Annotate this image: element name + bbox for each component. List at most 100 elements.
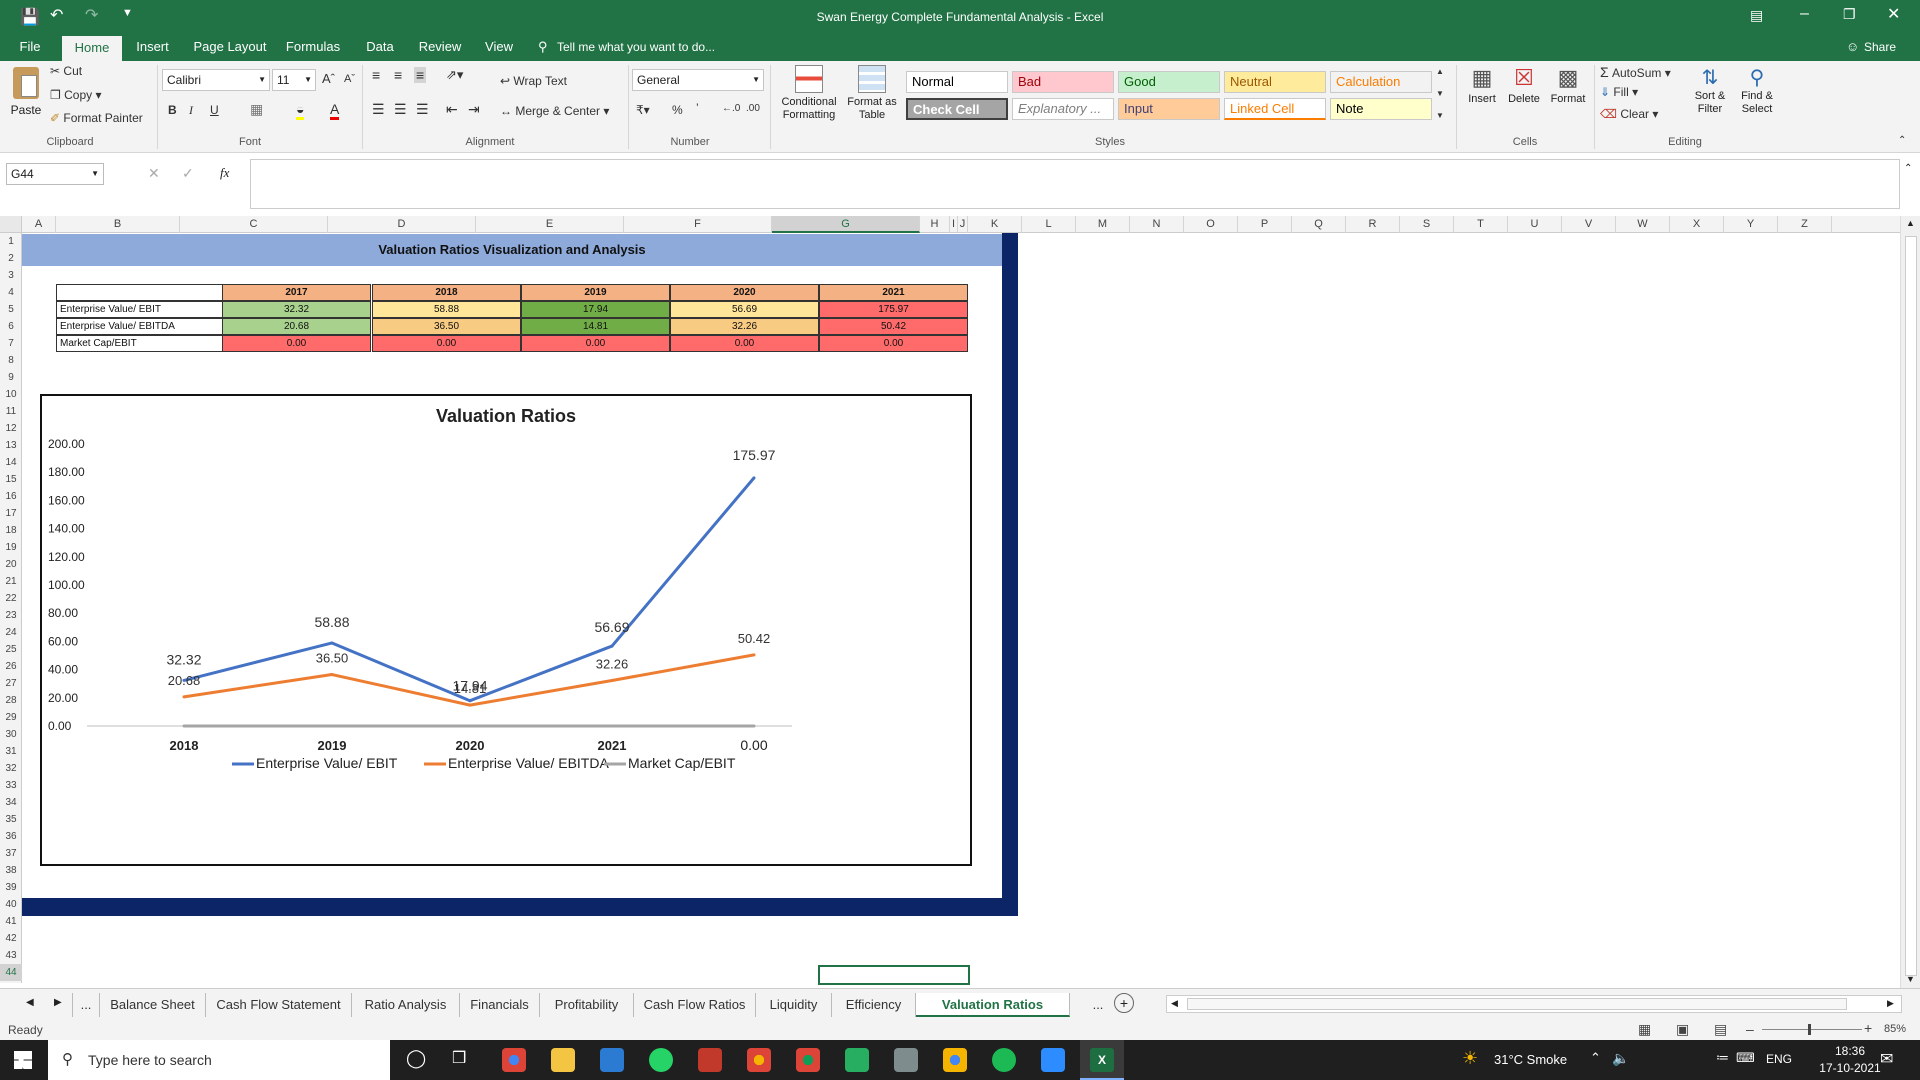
column-header-v[interactable]: V bbox=[1562, 216, 1616, 233]
shrink-font-icon[interactable]: Aˇ bbox=[344, 73, 355, 85]
column-header-f[interactable]: F bbox=[624, 216, 772, 233]
sheet-tab-profitability[interactable]: Profitability bbox=[540, 993, 634, 1017]
cell-style-good[interactable]: Good bbox=[1118, 71, 1220, 93]
row-header-16[interactable]: 16 bbox=[0, 488, 22, 505]
row-header-29[interactable]: 29 bbox=[0, 709, 22, 726]
sort-filter-button[interactable]: ⇅ Sort & Filter bbox=[1688, 65, 1732, 116]
cell-style-normal[interactable]: Normal bbox=[906, 71, 1008, 93]
find-select-button[interactable]: ⚲ Find & Select bbox=[1734, 65, 1780, 116]
tab-insert[interactable]: Insert bbox=[130, 33, 175, 61]
row-header-44[interactable]: 44 bbox=[0, 964, 22, 981]
insert-cells-button[interactable]: ▦ Insert bbox=[1462, 65, 1502, 105]
spotify-icon[interactable] bbox=[992, 1048, 1016, 1072]
column-header-g[interactable]: G bbox=[772, 216, 920, 233]
sheet-tab-balance-sheet[interactable]: Balance Sheet bbox=[100, 993, 206, 1017]
format-as-table-button[interactable]: Format as Table bbox=[844, 65, 900, 122]
row-header-42[interactable]: 42 bbox=[0, 930, 22, 947]
cell-style-linked-cell[interactable]: Linked Cell bbox=[1224, 98, 1326, 120]
row-header-19[interactable]: 19 bbox=[0, 539, 22, 556]
italic-button[interactable]: I bbox=[189, 103, 193, 118]
increase-decimal-icon[interactable]: ←.0 bbox=[722, 103, 740, 114]
delete-cells-button[interactable]: ☒ Delete bbox=[1504, 65, 1544, 105]
cut-button[interactable]: ✂ Cut bbox=[50, 64, 82, 78]
row-header-11[interactable]: 11 bbox=[0, 403, 22, 420]
speaker-icon[interactable]: 🔈 bbox=[1612, 1050, 1629, 1067]
select-all-corner[interactable] bbox=[0, 216, 22, 233]
add-sheet-icon[interactable]: + bbox=[1114, 993, 1134, 1013]
column-header-c[interactable]: C bbox=[180, 216, 328, 233]
merge-center-button[interactable]: ↔ Merge & Center ▾ bbox=[500, 104, 609, 118]
ratio-value-cell[interactable]: 32.32 bbox=[222, 301, 371, 318]
column-header-n[interactable]: N bbox=[1130, 216, 1184, 233]
cell-style-neutral[interactable]: Neutral bbox=[1224, 71, 1326, 93]
scroll-up-icon[interactable]: ▲ bbox=[1906, 218, 1915, 228]
chrome-profile-icon-3[interactable] bbox=[796, 1048, 820, 1072]
close-icon[interactable]: ✕ bbox=[1887, 4, 1900, 24]
decrease-indent-icon[interactable]: ⇤ bbox=[446, 101, 458, 118]
column-header-u[interactable]: U bbox=[1508, 216, 1562, 233]
year-header-2020[interactable]: 2020 bbox=[670, 284, 819, 301]
column-header-r[interactable]: R bbox=[1346, 216, 1400, 233]
zoom-in-icon[interactable]: + bbox=[1864, 1020, 1872, 1036]
currency-icon[interactable]: ₹▾ bbox=[636, 103, 650, 117]
row-header-8[interactable]: 8 bbox=[0, 352, 22, 369]
row-header-25[interactable]: 25 bbox=[0, 641, 22, 658]
grow-font-icon[interactable]: Aˆ bbox=[322, 71, 335, 86]
fill-button[interactable]: ⇓ Fill ▾ bbox=[1600, 85, 1638, 99]
zoom-icon[interactable] bbox=[1041, 1048, 1065, 1072]
zoom-level[interactable]: 85% bbox=[1884, 1023, 1906, 1035]
sheet-tab-financials[interactable]: Financials bbox=[460, 993, 540, 1017]
photos-icon[interactable] bbox=[894, 1048, 918, 1072]
row-header-4[interactable]: 4 bbox=[0, 284, 22, 301]
row-header-24[interactable]: 24 bbox=[0, 624, 22, 641]
styles-scroll-up-icon[interactable]: ▲ bbox=[1436, 67, 1444, 76]
font-color-icon[interactable]: A bbox=[330, 101, 340, 120]
column-header-i[interactable]: I bbox=[950, 216, 958, 233]
column-header-b[interactable]: B bbox=[56, 216, 180, 233]
horizontal-scrollbar[interactable]: ◀ ▶ bbox=[1166, 995, 1902, 1013]
column-header-t[interactable]: T bbox=[1454, 216, 1508, 233]
vertical-scrollbar[interactable]: ▲ ▼ bbox=[1900, 216, 1920, 988]
row-header-34[interactable]: 34 bbox=[0, 794, 22, 811]
ratio-value-cell[interactable]: 0.00 bbox=[372, 335, 521, 352]
styles-scroll-down-icon[interactable]: ▼ bbox=[1436, 89, 1444, 98]
name-box[interactable]: G44 ▼ bbox=[6, 163, 104, 185]
row-header-36[interactable]: 36 bbox=[0, 828, 22, 845]
sheet-tab-more-right[interactable]: ... bbox=[1084, 993, 1112, 1017]
orientation-icon[interactable]: ⇗▾ bbox=[446, 67, 463, 83]
ratio-value-cell[interactable]: 32.26 bbox=[670, 318, 819, 335]
page-layout-view-icon[interactable]: ▣ bbox=[1676, 1021, 1689, 1038]
cell-style-explanatory[interactable]: Explanatory ... bbox=[1012, 98, 1114, 120]
tray-chevron-icon[interactable]: ⌃ bbox=[1590, 1050, 1601, 1066]
row-header-26[interactable]: 26 bbox=[0, 658, 22, 675]
year-header-2017[interactable]: 2017 bbox=[222, 284, 371, 301]
copy-button[interactable]: ❐ Copy ▾ bbox=[50, 88, 101, 102]
mail-icon[interactable] bbox=[600, 1048, 624, 1072]
column-header-j[interactable]: J bbox=[958, 216, 968, 233]
chrome-profile-icon-2[interactable] bbox=[747, 1048, 771, 1072]
task-view-icon[interactable]: ❒ bbox=[452, 1048, 466, 1068]
row-header-33[interactable]: 33 bbox=[0, 777, 22, 794]
paste-button[interactable]: Paste bbox=[8, 65, 44, 131]
fill-color-icon[interactable]: ◒ bbox=[296, 101, 305, 120]
scroll-tabs-right-icon[interactable]: ▶ bbox=[54, 997, 62, 1008]
collapse-ribbon-icon[interactable]: ⌃ bbox=[1898, 135, 1906, 146]
zoom-slider[interactable] bbox=[1762, 1024, 1862, 1035]
number-format-combo[interactable]: General ▼ bbox=[632, 69, 764, 91]
sheet-tab-liquidity[interactable]: Liquidity bbox=[756, 993, 832, 1017]
row-header-23[interactable]: 23 bbox=[0, 607, 22, 624]
cell-style-input[interactable]: Input bbox=[1118, 98, 1220, 120]
row-header-2[interactable]: 2 bbox=[0, 250, 22, 267]
sheet-tab-more-left[interactable]: ... bbox=[72, 993, 100, 1017]
wrap-text-button[interactable]: ↩ Wrap Text bbox=[500, 74, 567, 88]
row-header-27[interactable]: 27 bbox=[0, 675, 22, 692]
tab-home[interactable]: Home bbox=[62, 36, 122, 61]
ratio-label[interactable]: Market Cap/EBIT bbox=[56, 335, 223, 352]
restore-icon[interactable]: ❐ bbox=[1843, 6, 1856, 23]
tab-view[interactable]: View bbox=[476, 33, 522, 61]
row-header-37[interactable]: 37 bbox=[0, 845, 22, 862]
tab-file[interactable]: File bbox=[10, 33, 50, 61]
autosum-button[interactable]: Σ AutoSum ▾ bbox=[1600, 64, 1671, 80]
row-header-38[interactable]: 38 bbox=[0, 862, 22, 879]
column-header-z[interactable]: Z bbox=[1778, 216, 1832, 233]
